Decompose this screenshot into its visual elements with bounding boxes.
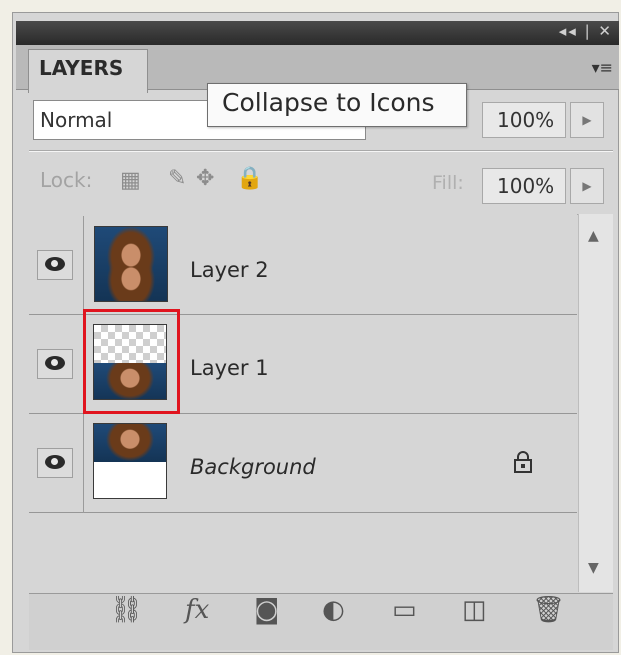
eye-icon — [37, 250, 73, 280]
layer-name[interactable]: Background — [190, 455, 316, 479]
portrait-image — [95, 227, 167, 301]
white-area — [94, 462, 166, 498]
panel-titlebar: ◂◂ | ✕ — [16, 21, 619, 45]
lock-brush-icon[interactable]: ✎ — [168, 166, 186, 191]
layer-name[interactable]: Layer 1 — [190, 356, 269, 380]
trash-icon[interactable]: 🗑 — [532, 595, 565, 625]
fx-icon[interactable]: fx — [185, 595, 209, 625]
fill-field[interactable]: 100% — [482, 168, 566, 204]
lock-transparent-icon[interactable]: ▦ — [120, 168, 141, 193]
fill-arrow-button[interactable]: ▶ — [570, 168, 604, 204]
layer-visibility-toggle[interactable] — [29, 414, 84, 513]
layers-scrollbar[interactable] — [578, 214, 613, 592]
link-icon[interactable]: ⛓ — [110, 595, 143, 625]
adjustment-icon[interactable]: ◐ — [322, 595, 345, 625]
fill-label: Fill: — [432, 172, 464, 194]
divider — [29, 151, 613, 152]
lock-label: Lock: — [40, 168, 93, 192]
tab-layers[interactable]: LAYERS — [28, 49, 148, 93]
folder-icon[interactable]: ▭ — [392, 595, 417, 625]
selection-highlight-box — [83, 309, 180, 414]
panel-window-controls[interactable]: ◂◂ | ✕ — [559, 22, 613, 40]
layer-name[interactable]: Layer 2 — [190, 258, 269, 282]
opacity-field[interactable]: 100% — [482, 102, 566, 138]
eye-icon — [37, 349, 73, 379]
lock-move-icon[interactable]: ✥ — [196, 166, 214, 191]
opacity-arrow-button[interactable]: ▶ — [570, 102, 604, 138]
layer-thumbnail — [94, 226, 168, 302]
new-layer-icon[interactable]: ◫ — [462, 595, 487, 625]
layer-visibility-toggle[interactable] — [29, 216, 84, 315]
layer-visibility-toggle[interactable] — [29, 315, 84, 414]
portrait-image — [94, 424, 166, 462]
layer-thumbnail — [93, 423, 167, 499]
scroll-up-icon[interactable]: ▲ — [588, 228, 599, 244]
scroll-down-icon[interactable]: ▼ — [588, 560, 599, 576]
eye-icon — [37, 448, 73, 478]
collapse-to-icons-tooltip: Collapse to Icons — [207, 83, 467, 127]
mask-icon[interactable]: ◙ — [254, 595, 279, 625]
lock-icon — [514, 451, 532, 473]
lock-all-icon[interactable]: 🔒 — [236, 166, 263, 191]
panel-menu-icon[interactable]: ▾≡ — [592, 58, 613, 77]
